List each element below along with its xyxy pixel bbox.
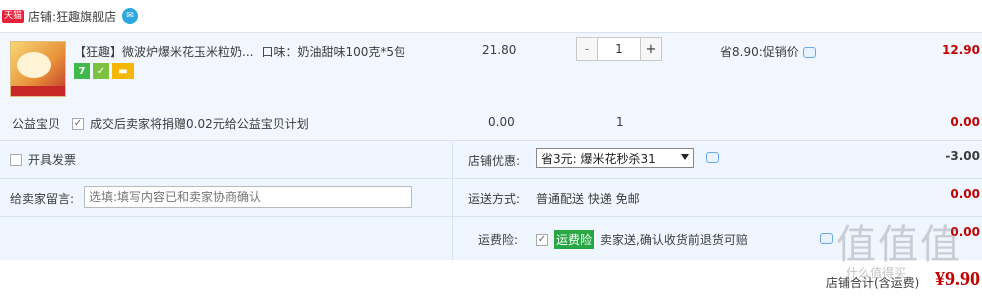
product-brand: 【狂趣】: [74, 45, 123, 59]
store-total-row: 店铺合计(含运费) ¥9.90: [0, 260, 982, 296]
insurance-row: 运费险: ✓ 运费险 卖家送,确认收货前退货可赔 0.00: [0, 216, 982, 260]
store-name-link[interactable]: 狂趣旗舰店: [56, 8, 116, 25]
shipping-amount: 0.00: [950, 187, 980, 201]
insurance-badge: 运费险: [554, 230, 595, 249]
insurance-amount: 0.00: [950, 225, 980, 239]
product-title: 微波炉爆米花玉米粒奶...: [122, 45, 254, 59]
charity-option: ✓ 成交后卖家将捐赠0.02元给公益宝贝计划: [72, 115, 309, 132]
seller-message-input[interactable]: [84, 186, 412, 208]
promo-row: 开具发票 店铺优惠: 省3元: 爆米花秒杀31 -3.00: [0, 140, 982, 178]
promo-amount: -3.00: [945, 149, 980, 163]
increase-quantity-button[interactable]: +: [641, 38, 661, 60]
charity-checkbox[interactable]: ✓: [72, 117, 84, 130]
product-title-link[interactable]: 【狂趣】微波炉爆米花玉米粒奶... 口味：奶油甜味100克*5包: [74, 43, 404, 60]
quantity-stepper: - 1 +: [576, 37, 662, 61]
item-subtotal: 12.90: [942, 43, 980, 57]
store-promo-value: 省3元: 爆米花秒杀31: [541, 151, 656, 166]
quantity-input[interactable]: 1: [597, 38, 641, 60]
charity-text: 成交后卖家将捐赠0.02元给公益宝贝计划: [90, 117, 309, 131]
unit-price: 21.80: [482, 43, 517, 57]
store-promo-label: 店铺优惠:: [468, 154, 521, 168]
charity-price: 0.00: [488, 115, 515, 129]
store-label: 店铺:: [28, 9, 57, 24]
order-options: 开具发票 店铺优惠: 省3元: 爆米花秒杀31 -3.00 给卖家留言: 运送方…: [0, 140, 982, 260]
invoice-option: 开具发票: [10, 151, 76, 168]
message-row: 给卖家留言: 运送方式: 普通配送 快递 免邮 0.00: [0, 178, 982, 216]
product-thumbnail[interactable]: [10, 41, 66, 97]
store-total-amount: ¥9.90: [935, 268, 980, 290]
charity-label: 公益宝贝: [12, 117, 61, 131]
credit-card-icon[interactable]: ▬: [112, 63, 134, 79]
product-sku: 口味：奶油甜味100克*5包: [261, 45, 404, 59]
guarantee-icon[interactable]: ✓: [93, 63, 109, 79]
promo-info-icon[interactable]: [802, 47, 816, 58]
store-header: 天猫 店铺: 狂趣旗舰店 ✉: [0, 0, 982, 32]
store-promo-select[interactable]: 省3元: 爆米花秒杀31: [536, 148, 694, 168]
shipping-method: 普通配送 快递 免邮: [536, 192, 640, 206]
discount-text: 省8.90:促销价: [720, 45, 799, 59]
chat-bubble-icon[interactable]: ✉: [122, 8, 139, 24]
service-icons: 7 ✓ ▬: [74, 63, 134, 79]
tmall-badge: 天猫: [2, 9, 25, 23]
message-label: 给卖家留言:: [10, 192, 75, 206]
insurance-option: ✓ 运费险 卖家送,确认收货前退货可赔: [536, 230, 748, 249]
invoice-label: 开具发票: [28, 153, 77, 167]
decrease-quantity-button[interactable]: -: [577, 38, 597, 60]
watermark-caption: 什么值得买: [846, 266, 907, 280]
chevron-down-icon: [681, 154, 689, 160]
shipping-label: 运送方式:: [468, 192, 521, 206]
7-day-return-icon[interactable]: 7: [74, 63, 90, 79]
invoice-checkbox[interactable]: [10, 153, 22, 166]
insurance-text: 卖家送,确认收货前退货可赔: [600, 233, 748, 247]
insurance-checkbox[interactable]: ✓: [536, 233, 548, 246]
order-item: 【狂趣】微波炉爆米花玉米粒奶... 口味：奶油甜味100克*5包 7 ✓ ▬ 21…: [0, 32, 982, 140]
insurance-info-icon[interactable]: [820, 233, 833, 244]
charity-subtotal: 0.00: [950, 115, 980, 129]
insurance-label: 运费险:: [478, 233, 519, 247]
promo-chat-icon[interactable]: [706, 152, 719, 163]
discount-info: 省8.90:促销价: [720, 43, 816, 60]
charity-quantity: 1: [616, 115, 624, 129]
